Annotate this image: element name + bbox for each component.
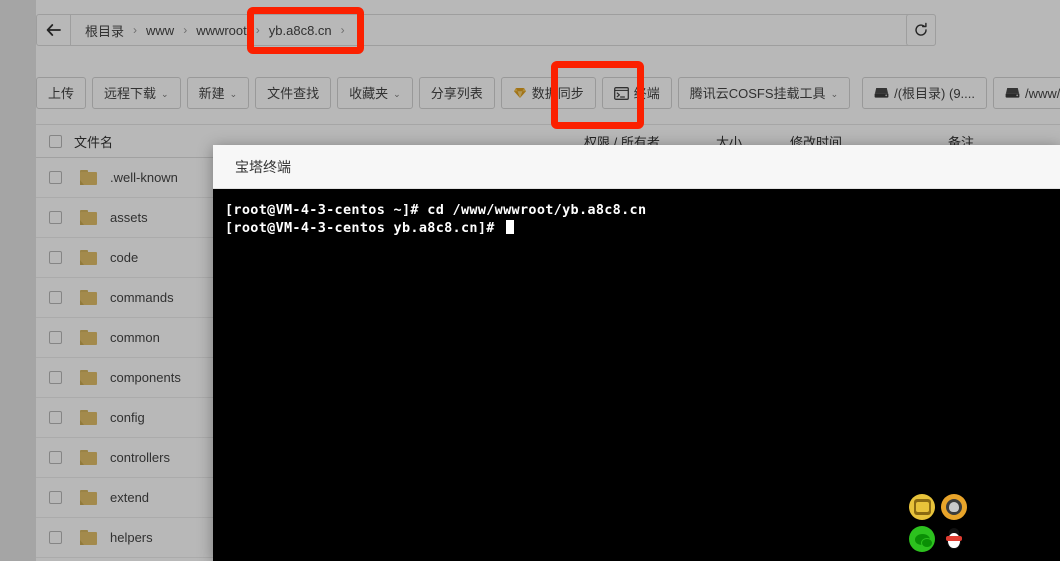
qq-penguin-icon[interactable] bbox=[941, 526, 967, 552]
terminal-dialog: 宝塔终端 [root@VM-4-3-centos ~]# cd /www/www… bbox=[213, 145, 1060, 561]
terminal-prompt-text: [root@VM-4-3-centos yb.a8c8.cn]# bbox=[225, 220, 504, 236]
person-icon[interactable] bbox=[941, 494, 967, 520]
badge-icon[interactable] bbox=[909, 494, 935, 520]
terminal-dialog-header: 宝塔终端 bbox=[213, 145, 1060, 189]
terminal-dialog-title: 宝塔终端 bbox=[235, 158, 291, 175]
modal-overlay-left-strip bbox=[0, 0, 36, 561]
file-manager-screen: 根目录 › www › wwwroot › yb.a8c8.cn › 上传 远程… bbox=[0, 0, 1060, 561]
terminal-prompt-line: [root@VM-4-3-centos yb.a8c8.cn]# bbox=[225, 219, 1050, 237]
wechat-icon[interactable] bbox=[909, 526, 935, 552]
terminal-line: [root@VM-4-3-centos ~]# cd /www/wwwroot/… bbox=[225, 202, 647, 218]
floating-contact-widgets bbox=[909, 494, 971, 552]
terminal-cursor bbox=[506, 220, 515, 234]
